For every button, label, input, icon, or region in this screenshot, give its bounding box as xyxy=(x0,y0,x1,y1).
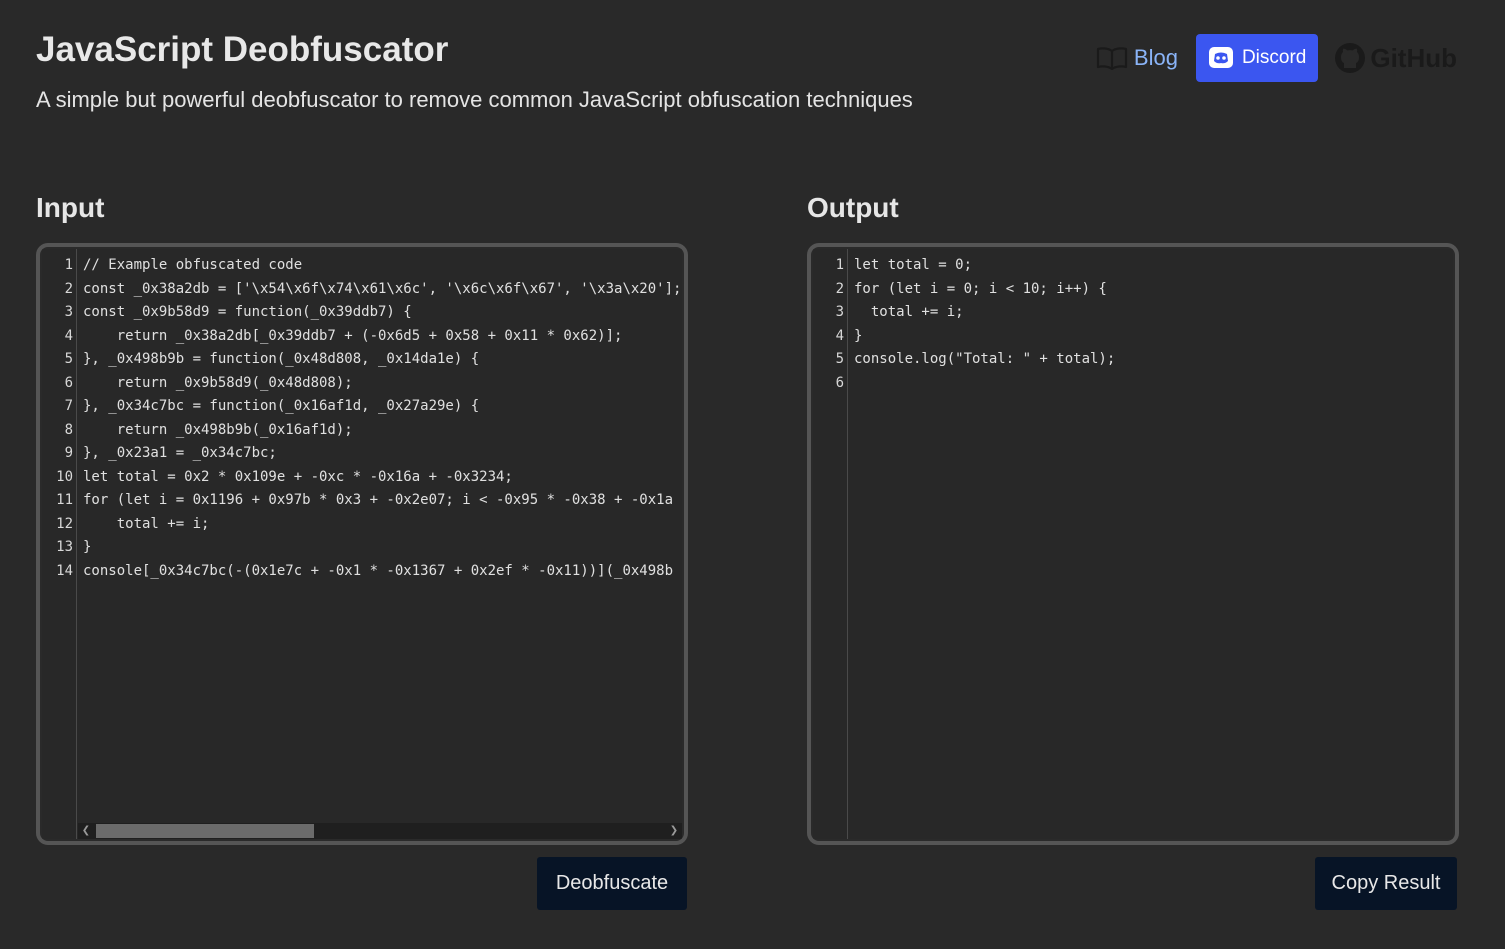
line-number: 3 xyxy=(64,304,73,320)
line-number: 1 xyxy=(835,257,844,273)
scroll-right-icon[interactable]: ❯ xyxy=(666,823,682,839)
deobfuscate-button[interactable]: Deobfuscate xyxy=(537,857,687,910)
code-line[interactable]: return _0x498b9b(_0x16af1d); xyxy=(77,419,682,443)
input-line-numbers: 1 2 3 4 5 6 7 8 9 10 11 12 13 14 xyxy=(42,249,77,839)
input-editor[interactable]: 1 2 3 4 5 6 7 8 9 10 11 12 13 14 // Example obfuscate… xyxy=(36,243,688,845)
line-number: 7 xyxy=(64,398,73,414)
input-code[interactable]: // Example obfuscated code const _0x38a2d… xyxy=(77,249,682,839)
page-title: JavaScript Deobfuscator xyxy=(36,30,449,69)
book-icon xyxy=(1096,46,1128,70)
line-number: 5 xyxy=(64,351,73,367)
line-number: 2 xyxy=(835,280,844,297)
code-line[interactable]: let total = 0x2 * 0x109e + -0xc * -0x16a… xyxy=(77,466,682,490)
github-label: GitHub xyxy=(1370,42,1457,73)
line-number: 14 xyxy=(56,562,73,579)
copy-result-button[interactable]: Copy Result xyxy=(1315,857,1457,910)
line-number: 2 xyxy=(64,280,73,297)
line-number: 4 xyxy=(835,327,844,344)
line-number: 8 xyxy=(64,421,73,438)
blog-link[interactable]: Blog xyxy=(1096,45,1178,71)
code-line[interactable]: console[_0x34c7bc(-(0x1e7c + -0x1 * -0x1… xyxy=(77,560,682,584)
top-nav: Blog Discord GitHub xyxy=(1096,34,1457,82)
code-line[interactable]: for (let i = 0x1196 + 0x97b * 0x3 + -0x2… xyxy=(77,489,682,513)
output-line-numbers: 1 2 3 4 5 6 xyxy=(813,249,848,839)
discord-button[interactable]: Discord xyxy=(1195,34,1319,82)
line-number: 11 xyxy=(56,492,73,508)
discord-icon xyxy=(1208,46,1234,70)
code-line[interactable]: total += i; xyxy=(77,513,682,537)
code-line[interactable]: for (let i = 0; i < 10; i++) { xyxy=(848,278,1453,302)
code-line[interactable] xyxy=(848,372,1453,396)
line-number: 6 xyxy=(64,374,73,391)
scroll-left-icon[interactable]: ❮ xyxy=(78,823,94,839)
code-line[interactable]: return _0x38a2db[_0x39ddb7 + (-0x6d5 + 0… xyxy=(77,325,682,349)
code-line[interactable]: // Example obfuscated code xyxy=(77,254,682,278)
blog-label: Blog xyxy=(1133,45,1178,70)
line-number: 12 xyxy=(56,515,73,532)
output-code[interactable]: let total = 0; for (let i = 0; i < 10; i+… xyxy=(848,249,1453,839)
code-line[interactable]: const _0x9b58d9 = function(_0x39ddb7) { xyxy=(77,301,682,325)
line-number: 9 xyxy=(64,445,73,461)
line-number: 5 xyxy=(835,351,844,367)
github-link[interactable]: GitHub xyxy=(1334,42,1457,74)
line-number: 13 xyxy=(56,539,73,555)
code-line[interactable]: } xyxy=(77,536,682,560)
input-label: Input xyxy=(36,192,105,223)
line-number: 3 xyxy=(835,304,844,320)
code-line[interactable]: const _0x38a2db = ['\x54\x6f\x74\x61\x6c… xyxy=(77,278,682,302)
code-line[interactable]: }, _0x34c7bc = function(_0x16af1d, _0x27… xyxy=(77,395,682,419)
line-number: 1 xyxy=(64,257,73,273)
line-number: 4 xyxy=(64,327,73,344)
discord-label: Discord xyxy=(1241,47,1307,68)
code-line[interactable]: return _0x9b58d9(_0x48d808); xyxy=(77,372,682,396)
github-icon xyxy=(1334,42,1366,74)
code-line[interactable]: total += i; xyxy=(848,301,1453,325)
code-line[interactable]: } xyxy=(848,325,1453,349)
line-number: 6 xyxy=(835,374,844,391)
output-editor[interactable]: 1 2 3 4 5 6 let total = 0; for (let i = 0; i <… xyxy=(807,243,1459,845)
header: JavaScript Deobfuscator A simple but pow… xyxy=(36,28,936,118)
output-label: Output xyxy=(807,192,899,223)
code-line[interactable]: }, _0x23a1 = _0x34c7bc; xyxy=(77,442,682,466)
line-number: 10 xyxy=(56,468,73,485)
code-line[interactable]: }, _0x498b9b = function(_0x48d808, _0x14… xyxy=(77,348,682,372)
page-subtitle: A simple but powerful deobfuscator to re… xyxy=(36,87,913,112)
code-line[interactable]: let total = 0; xyxy=(848,254,1453,278)
code-line[interactable]: console.log("Total: " + total); xyxy=(848,348,1453,372)
scrollbar-thumb[interactable] xyxy=(96,824,314,838)
input-horizontal-scrollbar[interactable]: ❮ ❯ xyxy=(78,823,682,839)
